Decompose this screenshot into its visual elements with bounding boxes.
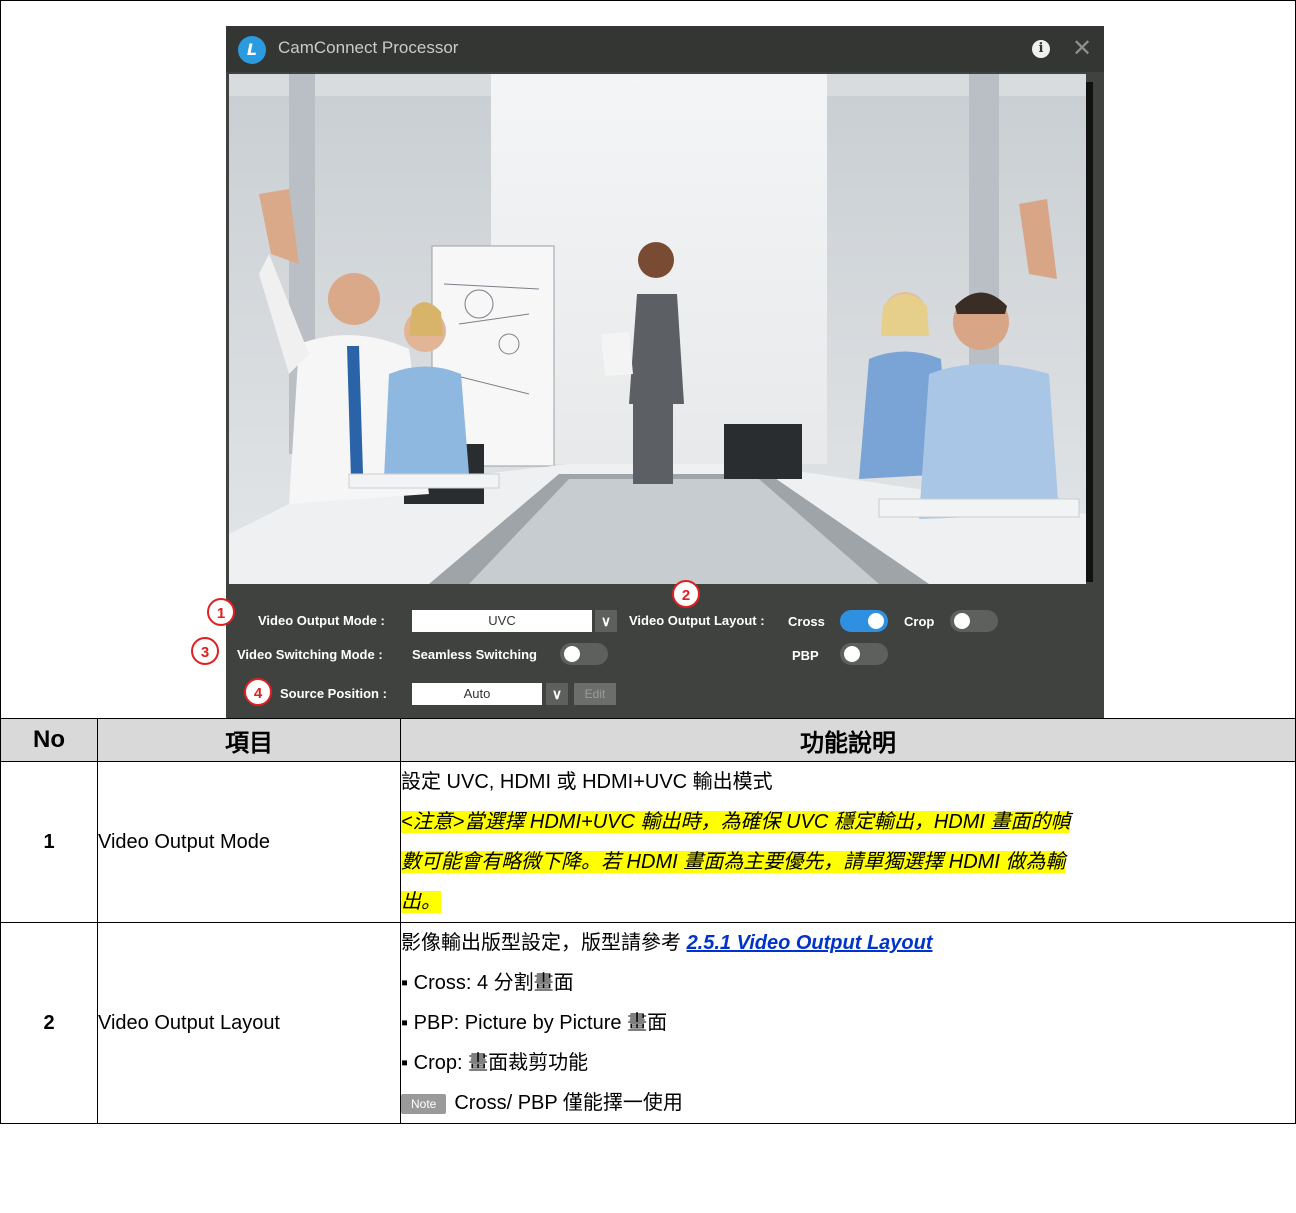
crop-toggle[interactable] <box>950 610 998 632</box>
header-no: No <box>0 718 98 762</box>
function-table: No 項目 功能說明 1 Video Output Mode 設定 UVC, H… <box>0 718 1296 1124</box>
table-header-row: No 項目 功能說明 <box>0 718 1296 762</box>
pbp-label: PBP <box>792 648 819 663</box>
bullet-item: ▪ PBP: Picture by Picture 畫面 <box>401 1012 668 1034</box>
callout-badge-1: 1 <box>207 598 235 626</box>
note-highlight: 數可能會有略微下降。若 HDMI 畫面為主要優先，請單獨選擇 HDMI 做為輸 <box>401 851 1066 873</box>
toggle-knob <box>844 646 860 662</box>
row-desc: 影像輸出版型設定，版型請參考 2.5.1 Video Output Layout… <box>400 922 1296 1124</box>
video-output-mode-label: Video Output Mode : <box>258 613 385 628</box>
title-bar: L CamConnect Processor i ✕ <box>226 26 1104 72</box>
app-title: CamConnect Processor <box>278 38 459 57</box>
row-desc: 設定 UVC, HDMI 或 HDMI+UVC 輸出模式 <注意>當選擇 HDM… <box>400 761 1296 923</box>
header-desc: 功能說明 <box>400 718 1296 762</box>
crop-label: Crop <box>904 614 935 629</box>
app-window: L CamConnect Processor i ✕ Video Output … <box>191 26 1104 718</box>
pbp-toggle[interactable] <box>840 643 888 665</box>
source-position-select[interactable]: Auto <box>412 683 542 705</box>
video-switching-mode-label: Video Switching Mode : <box>237 647 383 662</box>
cross-toggle[interactable] <box>840 610 888 632</box>
cross-label: Cross <box>788 614 825 629</box>
row-no: 2 <box>0 922 98 1124</box>
info-icon[interactable]: i <box>1032 40 1050 58</box>
toggle-knob <box>954 613 970 629</box>
toggle-knob <box>564 646 580 662</box>
video-output-mode-dropdown-icon[interactable]: ∨ <box>595 610 617 632</box>
note-highlight: 出。 <box>401 891 441 913</box>
app-logo-icon: L <box>238 36 266 64</box>
row-item: Video Output Mode <box>97 761 401 923</box>
desc-line: 設定 UVC, HDMI 或 HDMI+UVC 輸出模式 <box>401 771 773 793</box>
video-output-mode-select[interactable]: UVC <box>412 610 592 632</box>
desc-intro: 影像輸出版型設定，版型請參考 <box>401 932 687 954</box>
edit-button[interactable]: Edit <box>574 683 616 705</box>
source-position-label: Source Position : <box>280 686 387 701</box>
meeting-room-image <box>229 74 1086 584</box>
toggle-knob <box>868 613 884 629</box>
row-item: Video Output Layout <box>97 922 401 1124</box>
close-icon[interactable]: ✕ <box>1072 34 1092 62</box>
table-row: 1 Video Output Mode 設定 UVC, HDMI 或 HDMI+… <box>0 761 1296 923</box>
note-highlight: <注意>當選擇 HDMI+UVC 輸出時，為確保 UVC 穩定輸出，HDMI 畫… <box>401 811 1071 833</box>
video-preview <box>229 74 1086 584</box>
bullet-item: ▪ Crop: 畫面裁剪功能 <box>401 1052 589 1074</box>
seamless-switching-label: Seamless Switching <box>412 647 537 662</box>
bullet-item: ▪ Cross: 4 分割畫面 <box>401 972 574 994</box>
callout-badge-4: 4 <box>244 678 272 706</box>
note-text: Cross/ PBP 僅能擇一使用 <box>454 1092 683 1114</box>
note-tag: Note <box>401 1093 447 1114</box>
source-position-dropdown-icon[interactable]: ∨ <box>546 683 568 705</box>
seamless-switching-toggle[interactable] <box>560 643 608 665</box>
row-no: 1 <box>0 761 98 923</box>
layout-reference-link[interactable]: 2.5.1 Video Output Layout <box>687 932 933 954</box>
video-output-layout-label: Video Output Layout : <box>629 613 765 628</box>
callout-badge-2: 2 <box>672 580 700 608</box>
header-item: 項目 <box>97 718 401 762</box>
preview-scrollbar[interactable] <box>1086 82 1093 582</box>
callout-badge-3: 3 <box>191 637 219 665</box>
table-row: 2 Video Output Layout 影像輸出版型設定，版型請參考 2.5… <box>0 922 1296 1124</box>
